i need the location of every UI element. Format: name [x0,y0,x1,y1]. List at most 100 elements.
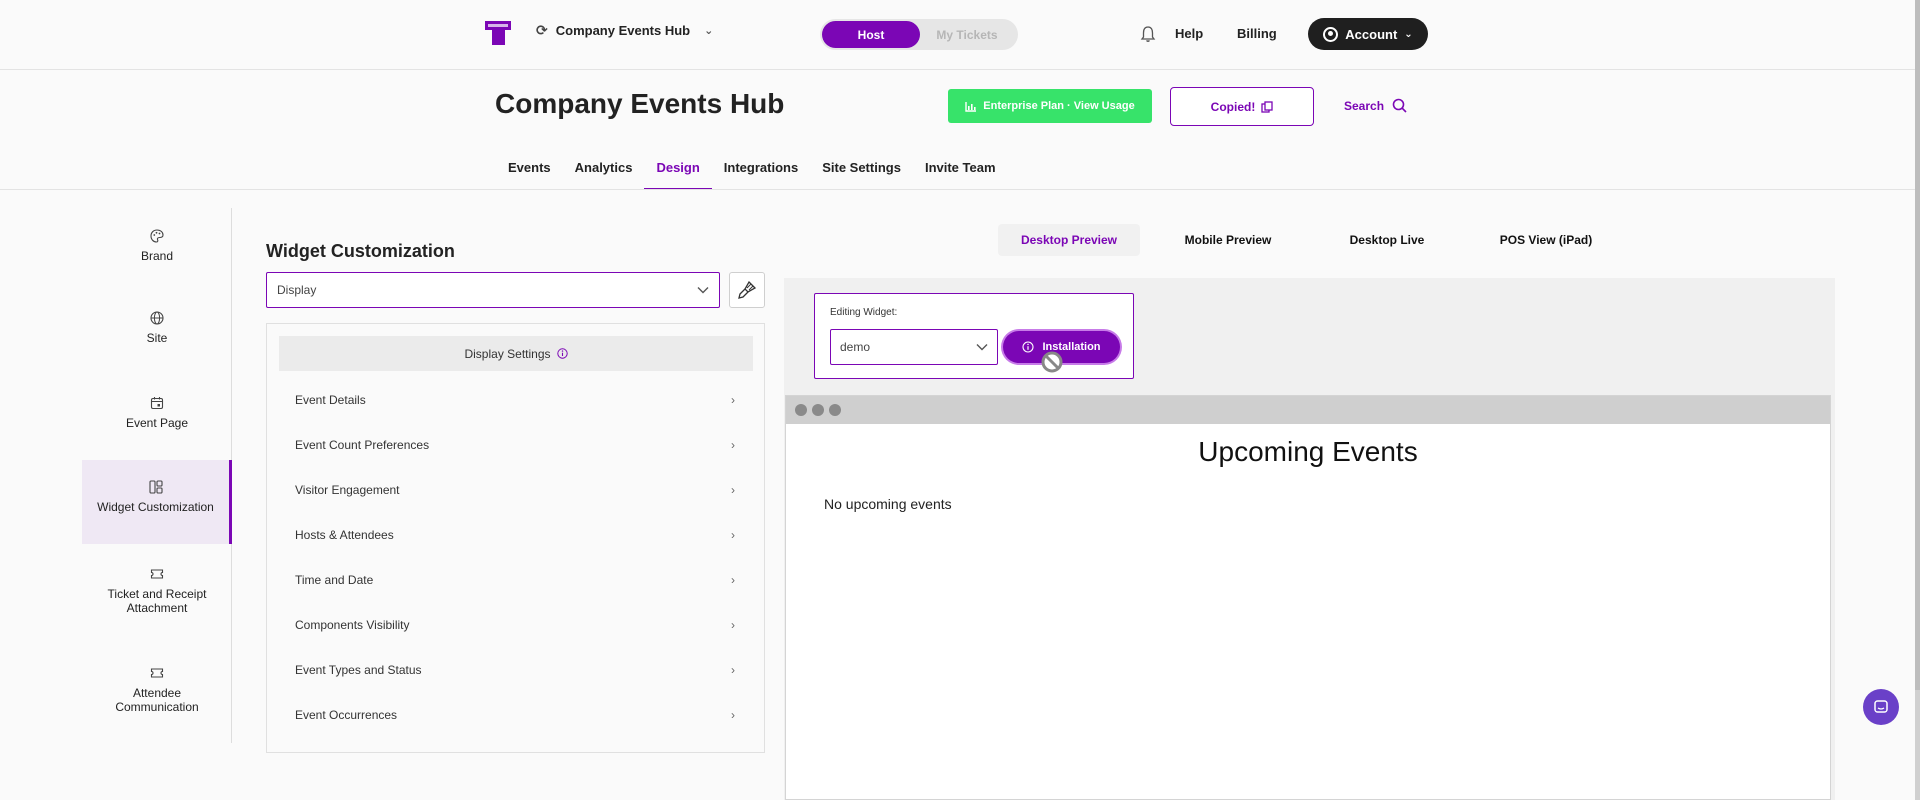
settings-item-label: Hosts & Attendees [295,528,394,542]
billing-link[interactable]: Billing [1237,26,1277,41]
chevron-down-icon: ⌄ [704,25,714,37]
chevron-right-icon: › [731,573,735,587]
settings-item-hosts-attendees[interactable]: Hosts & Attendees › [295,528,735,542]
tab-design[interactable]: Design [644,152,713,190]
chat-support-button[interactable] [1863,689,1899,725]
widget-select[interactable]: demo [830,329,998,365]
sidebar-item-widget-customization[interactable]: Widget Customization [82,460,232,544]
chevron-right-icon: › [731,393,735,407]
scrollbar-thumb[interactable] [1915,0,1920,690]
design-sidebar: Brand Site Event Page Widget Customizati… [82,208,232,743]
chevron-right-icon: › [731,528,735,542]
sidebar-item-brand[interactable]: Brand [82,229,232,263]
settings-item-label: Visitor Engagement [295,483,400,497]
plan-usage-button[interactable]: Enterprise Plan · View Usage [948,89,1152,123]
settings-item-event-occurrences[interactable]: Event Occurrences › [295,708,735,722]
tab-invite-team[interactable]: Invite Team [913,152,1008,190]
bell-icon[interactable] [1140,25,1156,43]
settings-header-label: Display Settings [464,346,551,361]
page-title: Company Events Hub [495,88,785,119]
account-label: Account [1345,26,1398,42]
sidebar-item-ticket-receipt[interactable]: Ticket and Receipt Attachment [82,567,232,615]
chevron-down-icon [976,344,988,351]
paint-brush-icon [738,280,757,299]
window-dot-icon [812,404,824,416]
window-dot-icon [795,404,807,416]
chevron-right-icon: › [731,483,735,497]
settings-item-components-visibility[interactable]: Components Visibility › [295,618,735,632]
ticket-icon [150,569,164,579]
editing-widget-label: Editing Widget: [830,307,898,318]
sidebar-item-label: Site [146,331,168,345]
chat-icon [1874,700,1888,713]
display-select[interactable]: Display [266,272,720,308]
editing-widget-box: Editing Widget: demo Installation [814,293,1134,379]
display-select-value: Display [277,283,317,297]
widget-title: Upcoming Events [1198,436,1418,467]
sidebar-item-label: Attendee Communication [115,686,199,714]
help-link[interactable]: Help [1175,26,1203,41]
settings-item-visitor-engagement[interactable]: Visitor Engagement › [295,483,735,497]
sidebar-item-label: Brand [140,249,174,263]
settings-item-label: Components Visibility [295,618,410,632]
sidebar-item-site[interactable]: Site [82,311,232,345]
logo-icon[interactable] [484,19,514,47]
globe-icon [150,311,164,325]
divider [0,189,1915,190]
tab-site-settings[interactable]: Site Settings [810,152,913,190]
settings-header: Display Settings [279,336,753,371]
sidebar-item-attendee-communication[interactable]: Attendee Communication [82,666,232,714]
calendar-icon [150,397,164,410]
workspace-switcher[interactable]: ⟳ Company Events Hub ⌄ [536,22,713,39]
palette-icon [150,229,164,243]
top-bar: ⟳ Company Events Hub ⌄ Host My Tickets H… [0,0,1915,70]
settings-item-event-details[interactable]: Event Details › [295,393,735,407]
settings-item-event-count[interactable]: Event Count Preferences › [295,438,735,452]
not-allowed-cursor-icon [1041,351,1063,373]
settings-item-label: Event Details [295,393,366,407]
settings-item-event-types[interactable]: Event Types and Status › [295,663,735,677]
sidebar-item-event-page[interactable]: Event Page [82,396,232,430]
copy-icon [1261,100,1273,113]
empty-state-message: No upcoming events [824,496,952,512]
role-toggle[interactable]: Host My Tickets [820,19,1018,50]
layout-icon [148,480,163,494]
info-icon[interactable] [556,348,568,359]
account-button[interactable]: Account ⌄ [1308,18,1428,50]
settings-item-label: Event Count Preferences [295,438,430,452]
info-icon [1022,341,1035,353]
tab-desktop-live[interactable]: Desktop Live [1316,224,1458,256]
toggle-host[interactable]: Host [822,21,920,48]
search-icon [1392,98,1407,113]
tab-desktop-preview[interactable]: Desktop Preview [998,224,1140,256]
sidebar-item-label: Event Page [125,416,189,430]
settings-item-label: Event Occurrences [295,708,398,722]
copied-label: Copied! [1210,99,1256,114]
tab-mobile-preview[interactable]: Mobile Preview [1157,224,1299,256]
user-icon [1323,26,1339,42]
settings-item-time-date[interactable]: Time and Date › [295,573,735,587]
settings-item-label: Event Types and Status [295,663,422,677]
chart-icon [965,101,977,112]
settings-panel: Display Settings Event Details › Event Co… [266,323,765,753]
copy-link-button[interactable]: Copied! [1170,87,1314,126]
ticket-icon [150,668,164,678]
tab-analytics[interactable]: Analytics [563,152,645,190]
chevron-down-icon [697,287,709,294]
tab-events[interactable]: Events [496,152,563,190]
paint-brush-button[interactable] [729,272,765,308]
plan-usage-label: Enterprise Plan · View Usage [983,100,1135,112]
refresh-icon: ⟳ [536,22,548,38]
chevron-down-icon: ⌄ [1404,28,1413,40]
search-button[interactable]: Search [1344,98,1407,113]
browser-preview: Upcoming Events No upcoming events [785,395,1831,800]
toggle-my-tickets[interactable]: My Tickets [918,21,1016,48]
chevron-right-icon: › [731,663,735,677]
panel-title: Widget Customization [266,241,455,261]
main-tabs: Events Analytics Design Integrations Sit… [496,152,1008,190]
tab-integrations[interactable]: Integrations [712,152,810,190]
tab-pos-view[interactable]: POS View (iPad) [1475,224,1617,256]
search-label: Search [1344,98,1385,113]
sidebar-item-label: Widget Customization [97,500,214,514]
scrollbar[interactable] [1915,0,1920,800]
